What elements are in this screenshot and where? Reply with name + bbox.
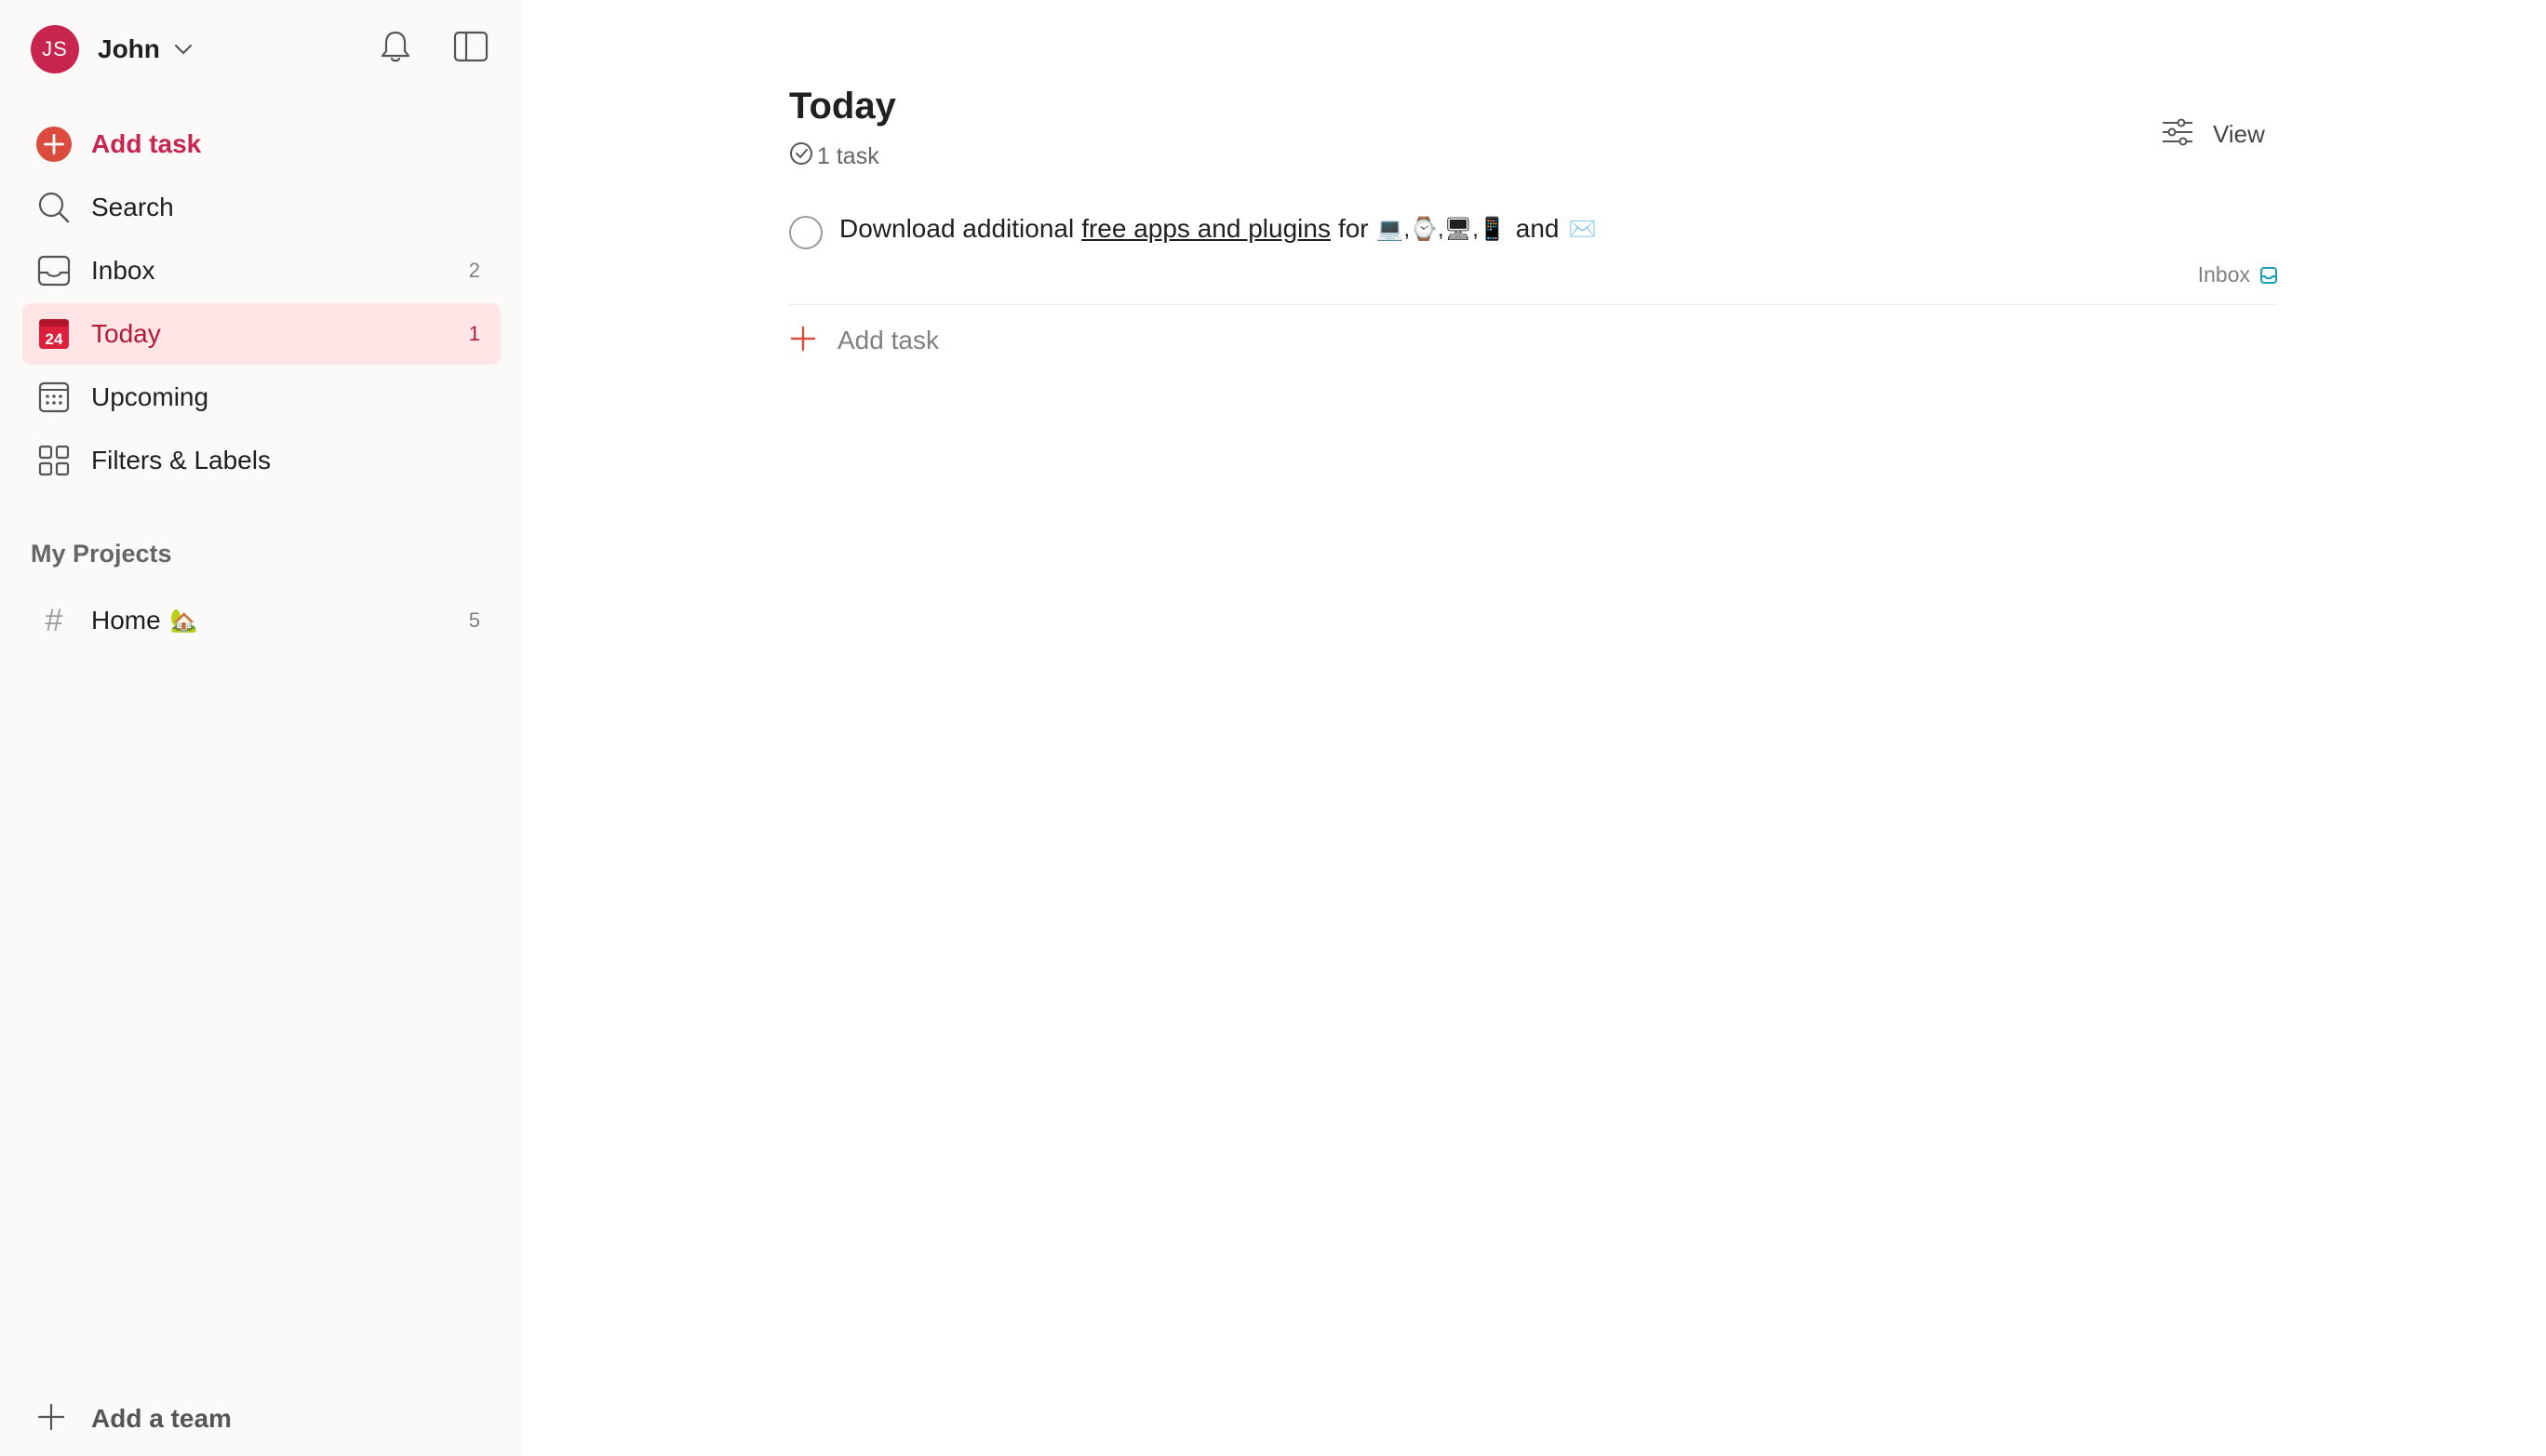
notifications-button[interactable]: [373, 26, 418, 71]
task-content[interactable]: Download additional free apps and plugin…: [839, 214, 1596, 244]
filters-icon: [35, 442, 73, 479]
plus-icon: [789, 325, 817, 357]
user-name: John: [98, 34, 160, 63]
add-task-label: Add task: [838, 326, 939, 354]
sidebar-item-upcoming[interactable]: Upcoming: [22, 367, 501, 428]
add-team-button[interactable]: Add a team: [37, 1396, 232, 1442]
sidebar-item-filters-labels[interactable]: Filters & Labels: [22, 430, 501, 491]
sidebar-item-label: Filters & Labels: [91, 446, 271, 474]
my-projects-heading[interactable]: My Projects: [31, 540, 172, 568]
calendar-day-number: 24: [46, 330, 63, 348]
avatar: JS: [31, 25, 79, 73]
page-title: Today: [789, 86, 896, 127]
plus-circle-icon: [35, 126, 73, 163]
sidebar-item-label: Search: [91, 193, 174, 221]
task-text-before: Download additional: [839, 214, 1075, 243]
search-icon: [35, 189, 73, 226]
sidebar-item-search[interactable]: Search: [22, 177, 501, 238]
project-item-home[interactable]: # Home 🏡 5: [22, 591, 501, 650]
inbox-icon: [35, 252, 73, 289]
sidebar-item-inbox[interactable]: Inbox 2: [22, 240, 501, 301]
sidebar-item-label: Inbox: [91, 256, 155, 285]
sidebar-item-label: Upcoming: [91, 382, 209, 411]
task-text-after: for: [1337, 214, 1369, 243]
calendar-today-icon: 24: [35, 315, 73, 353]
task-complete-checkbox[interactable]: [789, 216, 823, 249]
hash-icon: #: [45, 602, 63, 638]
project-label: Home: [91, 606, 161, 634]
task-count-text: 1 task: [817, 142, 879, 169]
view-label: View: [2213, 119, 2265, 148]
sidebar-item-today[interactable]: 24 Today 1: [22, 303, 501, 365]
sidebar-add-task-label: Add task: [91, 129, 202, 158]
sidebar-item-count: 1: [468, 322, 480, 345]
sidebar-nav: Add task Search Inbox 2 24 Today 1 Upcom…: [22, 114, 501, 493]
task-device-emojis: 💻,⌚,🖥,📱: [1375, 216, 1507, 242]
project-count: 5: [468, 608, 480, 632]
sliders-icon: [2161, 118, 2194, 151]
task-link[interactable]: free apps and plugins: [1081, 214, 1331, 244]
calendar-grid-icon: [35, 379, 73, 416]
task-text-and: and: [1515, 214, 1560, 243]
task-project-link[interactable]: Inbox: [2198, 262, 2278, 287]
sidebar-toggle-icon: [453, 31, 489, 67]
task-row[interactable]: Download additional free apps and plugin…: [789, 207, 2278, 305]
main-content: Today 1 task View Download additional fr…: [523, 0, 2546, 1456]
plus-icon: [37, 1403, 65, 1436]
toggle-sidebar-button[interactable]: [449, 26, 493, 71]
chevron-down-icon: [173, 43, 194, 56]
task-count: 1 task: [789, 141, 879, 171]
user-menu[interactable]: JS John: [31, 24, 194, 74]
sidebar-add-task[interactable]: Add task: [22, 114, 501, 175]
sidebar-item-label: Today: [91, 319, 161, 348]
project-emoji: 🏡: [169, 608, 198, 634]
view-button[interactable]: View: [2150, 110, 2276, 158]
task-project-label: Inbox: [2197, 262, 2250, 287]
sidebar-item-count: 2: [468, 259, 480, 282]
add-team-label: Add a team: [91, 1404, 232, 1433]
app-window: JS John Add task Search Inbox 2 24 Today…: [0, 0, 2546, 1456]
inbox-icon: [2259, 266, 2278, 285]
task-mail-emoji: ✉️: [1568, 216, 1597, 242]
add-task-inline-button[interactable]: Add task: [789, 318, 939, 363]
bell-icon: [380, 29, 411, 69]
check-circle-icon: [789, 141, 813, 172]
sidebar: JS John Add task Search Inbox 2 24 Today…: [0, 0, 523, 1456]
